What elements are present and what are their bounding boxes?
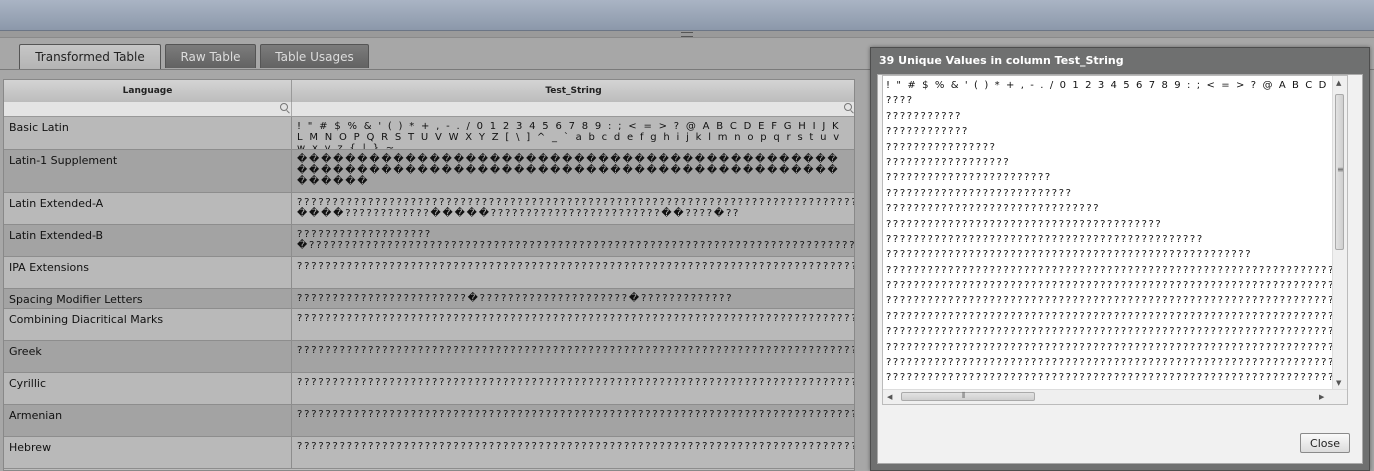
list-item: ????????????: [886, 126, 969, 138]
dialog-body: ! " # $ % & ' ( ) * + , - . / 0 1 2 3 4 …: [877, 74, 1363, 464]
test-string-cell: ????????????????????????�???????????????…: [297, 293, 734, 304]
table-row[interactable]: Combining Diacritical Marks ????????????…: [4, 309, 855, 341]
table-body: Basic Latin ! " # $ % & ' ( ) * + , - . …: [4, 117, 855, 469]
list-item: ????????????????????????????????????????…: [886, 295, 1344, 307]
table-row[interactable]: Basic Latin ! " # $ % & ' ( ) * + , - . …: [4, 117, 854, 150]
list-item: ????????????????????????????????????????…: [886, 310, 1344, 322]
table-row[interactable]: Armenian ???????????????????????????????…: [4, 405, 854, 437]
table-row[interactable]: IPA Extensions ?????????????????????????…: [4, 257, 854, 289]
vertical-scroll-thumb[interactable]: ≡: [1335, 94, 1344, 250]
language-cell: IPA Extensions: [4, 257, 292, 288]
language-cell: Combining Diacritical Marks: [4, 309, 292, 340]
splitter-handle[interactable]: [681, 32, 693, 37]
list-item: ????????????????????????????????????????…: [886, 326, 1344, 338]
tab-raw-table[interactable]: Raw Table: [165, 44, 256, 68]
dialog-title: 39 Unique Values in column Test_String: [879, 54, 1124, 67]
arrow-right-icon[interactable]: ▶: [1319, 392, 1324, 402]
test-string-cell: ????????????????????????????????????????…: [297, 345, 854, 356]
grip-icon: ≡: [1337, 165, 1344, 174]
table-header: Language Test_String: [4, 80, 854, 103]
splitter-grip[interactable]: [0, 31, 1374, 38]
magnifier-icon[interactable]: [844, 103, 852, 111]
horizontal-scrollbar[interactable]: ◀ ⦀ ▶: [883, 389, 1347, 404]
language-cell: Hebrew: [4, 437, 292, 468]
magnifier-icon[interactable]: [280, 103, 288, 111]
list-item: ???????????????????????????: [886, 187, 1073, 199]
table-row[interactable]: Greek ??????????????????????????????????…: [4, 341, 854, 373]
filter-cell-test-string[interactable]: [292, 102, 854, 116]
column-header-test-string[interactable]: Test_String: [292, 80, 854, 102]
test-string-cell: ????????????????????????????????????????…: [297, 197, 855, 219]
language-cell: Latin Extended-A: [4, 193, 292, 224]
column-header-language[interactable]: Language: [4, 80, 292, 102]
list-item: ????????????????????????????????????????…: [886, 341, 1344, 353]
horizontal-scroll-thumb[interactable]: ⦀: [901, 391, 1035, 401]
test-string-cell: ����������������������������������������…: [297, 154, 840, 187]
top-toolbar: [0, 0, 1374, 31]
table-row[interactable]: Cyrillic ???????????????????????????????…: [4, 373, 854, 405]
list-item: ????????????????????????????????????????…: [886, 372, 1344, 384]
language-cell: Greek: [4, 341, 292, 372]
test-string-cell: ????????????????????????????????????????…: [297, 409, 854, 420]
test-string-cell: ????????????????????????????????????????…: [297, 261, 854, 272]
list-item: ????: [886, 95, 914, 107]
list-item: ????????????????????????????????????????…: [886, 249, 1253, 261]
test-string-cell: ???????????????????�????????????????????…: [297, 229, 854, 251]
language-cell: Cyrillic: [4, 373, 292, 404]
values-text: ! " # $ % & ' ( ) * + , - . / 0 1 2 3 4 …: [886, 78, 1344, 401]
tab-transformed-table[interactable]: Transformed Table: [19, 44, 161, 69]
table-row[interactable]: Latin Extended-A ???????????????????????…: [4, 193, 855, 225]
filter-cell-language[interactable]: [4, 102, 292, 116]
table-row[interactable]: Latin-1 Supplement ���������������������…: [4, 150, 854, 193]
unique-values-dialog: 39 Unique Values in column Test_String !…: [870, 47, 1370, 471]
list-item: ????????????????: [886, 141, 997, 153]
test-string-cell: ????????????????????????????????????????…: [297, 377, 854, 388]
arrow-left-icon[interactable]: ◀: [887, 392, 892, 402]
transformed-table-grid: Language Test_String Basic Latin ! " # $…: [3, 79, 855, 471]
language-cell: Basic Latin: [4, 117, 292, 149]
list-item: ????????????????????????????????????????…: [886, 357, 1344, 369]
table-row[interactable]: Spacing Modifier Letters ???????????????…: [4, 289, 854, 309]
tab-table-usages[interactable]: Table Usages: [260, 44, 369, 68]
close-button[interactable]: Close: [1300, 433, 1350, 453]
arrow-down-icon[interactable]: ▼: [1336, 378, 1341, 388]
list-item: ????????????????????????????????????????…: [886, 280, 1344, 292]
unique-values-list[interactable]: ! " # $ % & ' ( ) * + , - . / 0 1 2 3 4 …: [882, 75, 1348, 405]
table-row[interactable]: Hebrew ?????????????????????????????????…: [4, 437, 855, 469]
language-cell: Armenian: [4, 405, 292, 436]
vertical-scrollbar[interactable]: ▲ ≡ ▼: [1332, 76, 1347, 392]
list-item: ????????????????????????????????????????…: [886, 233, 1204, 245]
grip-icon: ⦀: [962, 391, 966, 400]
list-item: ??????????????????: [886, 156, 1011, 168]
language-cell: Latin Extended-B: [4, 225, 292, 256]
list-item: ????????????????????????????????????????…: [886, 264, 1335, 276]
test-string-cell: ????????????????????????????????????????…: [297, 313, 855, 324]
arrow-up-icon[interactable]: ▲: [1336, 78, 1341, 88]
language-cell: Latin-1 Supplement: [4, 150, 292, 192]
table-row[interactable]: Latin Extended-B ???????????????????�???…: [4, 225, 854, 257]
list-item: ???????????????????????????????: [886, 203, 1101, 215]
test-string-cell: ????????????????????????????????????????…: [297, 441, 855, 452]
test-string-cell: ! " # $ % & ' ( ) * + , - . / 0 1 2 3 4 …: [297, 121, 841, 149]
language-cell: Spacing Modifier Letters: [4, 289, 292, 308]
list-item: ????????????????????????????????????????: [886, 218, 1163, 230]
list-item: ????????????????????????: [886, 172, 1052, 184]
list-item: ! " # $ % & ' ( ) * + , - . / 0 1 2 3 4 …: [886, 80, 1344, 91]
filter-row: [4, 102, 854, 117]
list-item: ???????????: [886, 110, 962, 122]
